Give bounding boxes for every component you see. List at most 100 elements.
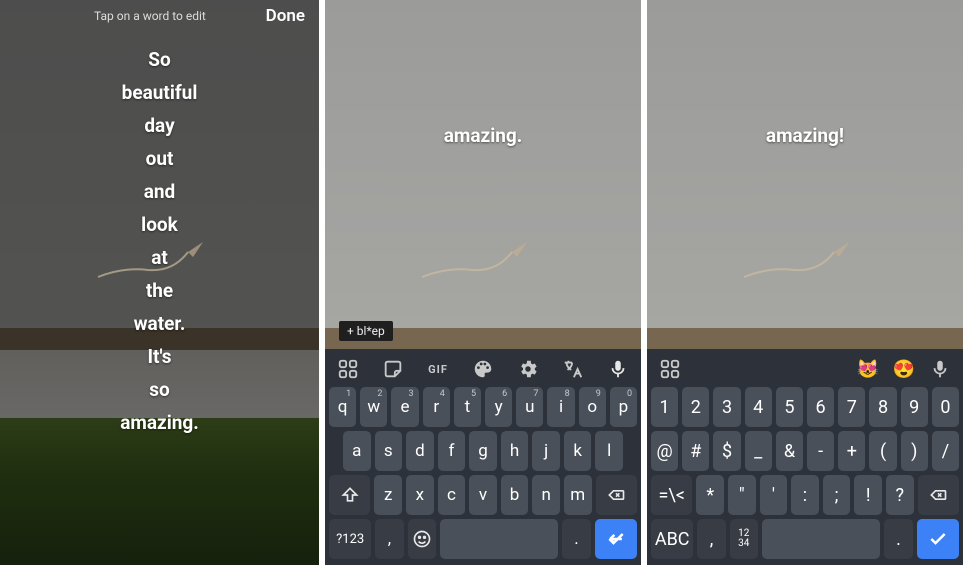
key-s[interactable]: s [375, 431, 403, 471]
key-space[interactable] [762, 519, 881, 559]
key-n[interactable]: n [532, 475, 560, 515]
gear-icon[interactable] [517, 358, 539, 380]
key-r[interactable]: r4 [423, 387, 450, 427]
mic-icon[interactable] [607, 358, 629, 380]
key-f[interactable]: f [438, 431, 466, 471]
key-semicolon[interactable]: ; [823, 475, 851, 515]
key-shift[interactable] [329, 475, 370, 515]
key-d[interactable]: d [406, 431, 434, 471]
emoji-hearteyes-icon[interactable]: 😍 [893, 358, 915, 380]
word-item[interactable]: at [151, 246, 168, 269]
key-i[interactable]: i8 [547, 387, 574, 427]
key-period[interactable]: . [884, 519, 912, 559]
key-comma[interactable]: , [697, 519, 725, 559]
key-numpad[interactable]: 1234 [730, 519, 758, 559]
key-abc[interactable]: ABC [651, 519, 693, 559]
key-c[interactable]: c [438, 475, 466, 515]
key-1[interactable]: 1 [651, 387, 678, 427]
grid-icon[interactable] [337, 358, 359, 380]
key-dash[interactable]: - [807, 431, 834, 471]
word-item[interactable]: So [148, 48, 170, 71]
key-slash[interactable]: / [932, 431, 959, 471]
key-b[interactable]: b [501, 475, 529, 515]
emoji-sunglasses-icon[interactable]: 😻 [857, 358, 879, 380]
key-backspace[interactable] [596, 475, 637, 515]
word-item[interactable]: the [146, 279, 173, 302]
translate-icon[interactable] [562, 358, 584, 380]
word-item[interactable]: beautiful [122, 81, 198, 104]
bleep-chip[interactable]: + bl*ep [339, 321, 393, 341]
key-plus[interactable]: + [838, 431, 865, 471]
key-m[interactable]: m [564, 475, 592, 515]
key-backspace[interactable] [918, 475, 959, 515]
key-colon[interactable]: : [791, 475, 819, 515]
key-q[interactable]: q1 [329, 387, 356, 427]
done-button[interactable]: Done [266, 6, 305, 26]
panel-word-list: Tap on a word to edit Done So beautiful … [0, 0, 319, 565]
key-x[interactable]: x [406, 475, 434, 515]
key-y[interactable]: y6 [485, 387, 512, 427]
word-item[interactable]: water. [134, 312, 186, 335]
key-u[interactable]: u7 [516, 387, 543, 427]
key-p[interactable]: p0 [610, 387, 637, 427]
key-comma[interactable]: , [375, 519, 403, 559]
gif-button[interactable]: GIF [427, 358, 449, 380]
key-lparen[interactable]: ( [869, 431, 896, 471]
key-amp[interactable]: & [776, 431, 803, 471]
key-k[interactable]: k [564, 431, 592, 471]
key-dollar[interactable]: $ [713, 431, 740, 471]
key-rparen[interactable]: ) [901, 431, 928, 471]
key-8[interactable]: 8 [869, 387, 896, 427]
key-enter[interactable] [917, 519, 959, 559]
kb-row-4: ABC , 1234 . [651, 519, 959, 559]
word-item[interactable]: day [144, 114, 174, 137]
editing-word[interactable]: amazing! [647, 124, 963, 147]
key-g[interactable]: g [469, 431, 497, 471]
key-at[interactable]: @ [651, 431, 678, 471]
key-v[interactable]: v [469, 475, 497, 515]
key-2[interactable]: 2 [682, 387, 709, 427]
key-5[interactable]: 5 [776, 387, 803, 427]
key-e[interactable]: e3 [391, 387, 418, 427]
key-h[interactable]: h [501, 431, 529, 471]
word-item[interactable]: amazing. [120, 411, 199, 434]
key-6[interactable]: 6 [807, 387, 834, 427]
key-l[interactable]: l [595, 431, 623, 471]
kb-row-3: z x c v b n m [329, 475, 637, 515]
palette-icon[interactable] [472, 358, 494, 380]
key-w[interactable]: w2 [360, 387, 387, 427]
key-emoji[interactable] [408, 519, 436, 559]
key-symbols[interactable]: ?123 [329, 519, 371, 559]
word-item[interactable]: and [144, 180, 176, 203]
key-o[interactable]: o9 [579, 387, 606, 427]
key-apostrophe[interactable]: ' [760, 475, 788, 515]
key-4[interactable]: 4 [745, 387, 772, 427]
word-item[interactable]: look [141, 213, 178, 236]
key-t[interactable]: t5 [454, 387, 481, 427]
key-enter[interactable] [595, 519, 637, 559]
mic-icon[interactable] [929, 358, 951, 380]
word-item[interactable]: so [149, 378, 169, 401]
sticker-icon[interactable] [382, 358, 404, 380]
key-0[interactable]: 0 [932, 387, 959, 427]
key-hash[interactable]: # [682, 431, 709, 471]
key-a[interactable]: a [343, 431, 371, 471]
grid-icon[interactable] [659, 358, 681, 380]
word-item[interactable]: It's [148, 345, 172, 368]
key-7[interactable]: 7 [838, 387, 865, 427]
key-period[interactable]: . [562, 519, 590, 559]
key-z[interactable]: z [374, 475, 402, 515]
word-item[interactable]: out [146, 147, 174, 170]
key-9[interactable]: 9 [901, 387, 928, 427]
key-star[interactable]: * [696, 475, 724, 515]
keyboard-symbols: 😻 😍 1 2 3 4 5 6 7 8 9 0 @ # $ _ & - + ( [647, 349, 963, 565]
key-exclaim[interactable]: ! [854, 475, 882, 515]
key-3[interactable]: 3 [713, 387, 740, 427]
editing-word[interactable]: amazing. [325, 124, 641, 147]
key-question[interactable]: ? [886, 475, 914, 515]
key-quote[interactable]: " [728, 475, 756, 515]
key-space[interactable] [440, 519, 559, 559]
key-more-symbols[interactable]: =\< [651, 475, 692, 515]
key-underscore[interactable]: _ [745, 431, 772, 471]
key-j[interactable]: j [532, 431, 560, 471]
